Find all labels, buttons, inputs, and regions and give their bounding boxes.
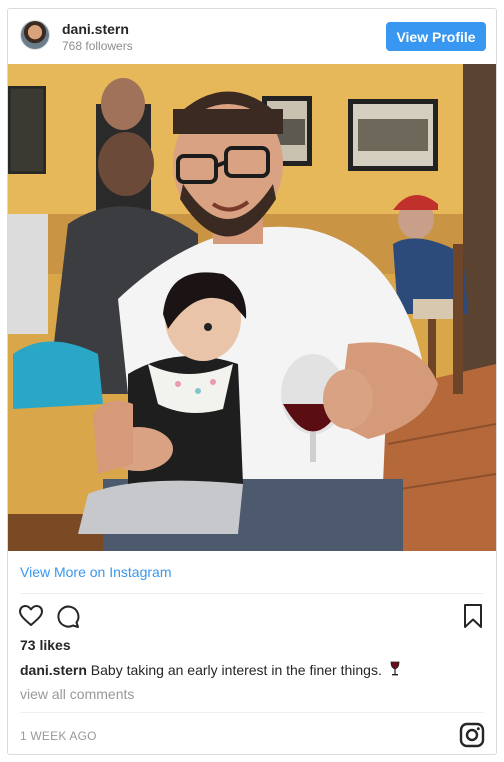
instagram-embed-card: dani.stern 768 followers View Profile Vi…: [7, 8, 497, 755]
profile-username[interactable]: dani.stern: [62, 21, 129, 37]
divider: [20, 712, 484, 713]
post-header: dani.stern 768 followers View Profile: [8, 9, 496, 64]
avatar[interactable]: [20, 20, 50, 50]
view-more-link[interactable]: View More on Instagram: [20, 564, 171, 580]
wine-glass-emoji: [390, 661, 400, 676]
post-photo[interactable]: [8, 64, 496, 551]
follower-count: 768 followers: [62, 39, 133, 53]
divider: [20, 593, 484, 594]
post-timestamp[interactable]: 1 WEEK AGO: [20, 729, 97, 743]
heart-icon[interactable]: [18, 603, 44, 629]
comment-icon[interactable]: [54, 603, 80, 629]
bookmark-icon[interactable]: [462, 603, 484, 629]
view-all-comments-link[interactable]: view all comments: [20, 686, 134, 702]
view-profile-button[interactable]: View Profile: [386, 22, 486, 51]
instagram-icon[interactable]: [459, 722, 485, 748]
caption-username[interactable]: dani.stern: [20, 662, 87, 678]
caption-text: Baby taking an early interest in the fin…: [90, 662, 382, 678]
like-count[interactable]: 73 likes: [20, 637, 71, 653]
post-caption: dani.stern Baby taking an early interest…: [20, 661, 486, 678]
